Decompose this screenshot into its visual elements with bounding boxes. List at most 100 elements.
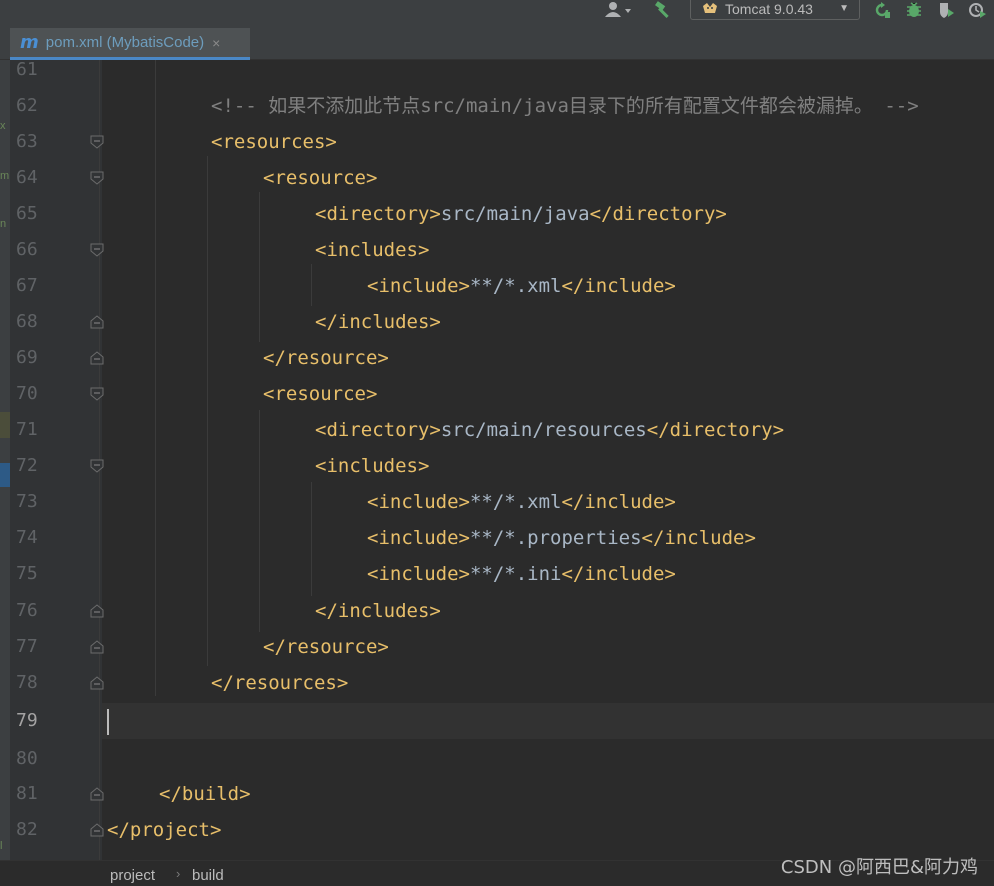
code-line-current: 79 — [10, 703, 994, 739]
breadcrumb-item-build[interactable]: build — [192, 867, 224, 884]
user-icon[interactable] — [600, 0, 636, 20]
fold-end-marker-icon[interactable] — [90, 640, 104, 654]
xml-open-tag: <include> — [367, 275, 470, 297]
breadcrumb-separator-icon: › — [176, 866, 181, 881]
xml-close-tag: </include> — [561, 491, 676, 513]
fold-end-marker-icon[interactable] — [90, 823, 104, 837]
fold-marker-icon[interactable] — [90, 135, 104, 149]
xml-text: **/*.xml — [469, 491, 562, 513]
line-number: 70 — [16, 383, 38, 404]
line-number: 61 — [16, 60, 38, 80]
xml-open-tag: <directory> — [315, 419, 441, 441]
tab-pom-xml[interactable]: m pom.xml (MybatisCode) × — [10, 28, 250, 60]
code-line: 63 <resources> — [10, 124, 994, 160]
xml-close-tag: </include> — [561, 275, 676, 297]
line-number: 81 — [16, 783, 38, 804]
line-number: 71 — [16, 419, 38, 440]
line-number: 66 — [16, 239, 38, 260]
line-number: 64 — [16, 167, 38, 188]
line-number: 78 — [16, 672, 38, 693]
side-selection — [0, 412, 10, 438]
code-line: 65 <directory>src/main/java</directory> — [10, 196, 994, 232]
profile-icon[interactable] — [966, 0, 990, 20]
xml-text: **/*.properties — [469, 527, 642, 549]
code-line: 67 <include>**/*.xml</include> — [10, 268, 994, 304]
line-number: 74 — [16, 527, 38, 548]
xml-tag: <resource> — [263, 383, 378, 405]
code-line: 71 <directory>src/main/resources</direct… — [10, 412, 994, 448]
fold-end-marker-icon[interactable] — [90, 787, 104, 801]
line-number: 72 — [16, 455, 38, 476]
xml-tag: <includes> — [315, 239, 430, 261]
code-line: 77 </resource> — [10, 629, 994, 665]
line-number: 76 — [16, 600, 38, 621]
code-line: 78 </resources> — [10, 665, 994, 701]
line-number: 69 — [16, 347, 38, 368]
xml-tag: </build> — [159, 783, 251, 805]
xml-tag: </resource> — [263, 347, 389, 369]
code-line: 72 <includes> — [10, 448, 994, 484]
fold-end-marker-icon[interactable] — [90, 676, 104, 690]
xml-text: src/main/resources — [440, 419, 647, 441]
xml-tag: <includes> — [315, 455, 430, 477]
xml-close-tag: </directory> — [646, 419, 785, 441]
code-line: 70 <resource> — [10, 376, 994, 412]
line-number: 75 — [16, 563, 38, 584]
code-line: 74 <include>**/*.properties</include> — [10, 520, 994, 556]
fold-marker-icon[interactable] — [90, 171, 104, 185]
xml-close-tag: </include> — [641, 527, 756, 549]
fold-end-marker-icon[interactable] — [90, 351, 104, 365]
code-line: 62 <!-- 如果不添加此节点src/main/java目录下的所有配置文件都… — [10, 88, 994, 124]
xml-open-tag: <include> — [367, 491, 470, 513]
line-number: 82 — [16, 819, 38, 840]
line-number: 73 — [16, 491, 38, 512]
code-editor[interactable]: 61 62 <!-- 如果不添加此节点src/main/java目录下的所有配置… — [10, 60, 994, 860]
code-line: 61 — [10, 60, 994, 88]
editor-tab-bar: m pom.xml (MybatisCode) × — [0, 24, 994, 60]
tomcat-icon — [703, 2, 717, 13]
line-number: 67 — [16, 275, 38, 296]
xml-tag: </resources> — [211, 672, 349, 694]
code-line: 68 </includes> — [10, 304, 994, 340]
fold-marker-icon[interactable] — [90, 387, 104, 401]
fold-marker-icon[interactable] — [90, 243, 104, 257]
xml-text: **/*.ini — [469, 563, 562, 585]
main-toolbar: Tomcat 9.0.43 ▼ — [0, 0, 994, 24]
breadcrumb-item-project[interactable]: project — [110, 867, 155, 884]
line-number: 77 — [16, 636, 38, 657]
line-number: 63 — [16, 131, 38, 152]
hammer-icon[interactable] — [652, 0, 676, 20]
coverage-icon[interactable] — [936, 0, 958, 20]
xml-tag: </includes> — [315, 600, 441, 622]
text-caret — [107, 709, 109, 735]
code-line: 69 </resource> — [10, 340, 994, 376]
line-number: 79 — [16, 710, 38, 731]
side-marker: n — [0, 218, 7, 230]
xml-comment: <!-- 如果不添加此节点src/main/java目录下的所有配置文件都会被漏… — [211, 95, 919, 117]
fold-end-marker-icon[interactable] — [90, 604, 104, 618]
fold-marker-icon[interactable] — [90, 459, 104, 473]
code-line: 80 — [10, 741, 994, 777]
close-icon[interactable]: × — [212, 35, 220, 51]
xml-open-tag: <include> — [367, 563, 470, 585]
watermark: CSDN @阿西巴&阿力鸡 — [780, 857, 978, 878]
line-number: 80 — [16, 748, 38, 769]
rerun-icon[interactable] — [872, 0, 892, 20]
xml-close-tag: </include> — [561, 563, 676, 585]
xml-tag: </project> — [107, 819, 222, 841]
side-marker: m — [0, 170, 10, 182]
xml-tag: </resource> — [263, 636, 389, 658]
xml-tag: </includes> — [315, 311, 441, 333]
code-line: 75 <include>**/*.ini</include> — [10, 556, 994, 592]
line-number: 62 — [16, 95, 38, 116]
debug-icon[interactable] — [904, 0, 924, 20]
line-number: 65 — [16, 203, 38, 224]
side-marker: x — [0, 120, 6, 132]
xml-tag: <resource> — [263, 167, 378, 189]
xml-text: src/main/java — [440, 203, 590, 225]
xml-close-tag: </directory> — [589, 203, 727, 225]
run-configuration-dropdown[interactable]: Tomcat 9.0.43 ▼ — [690, 0, 860, 20]
project-tool-window-edge[interactable]: x m n l — [0, 60, 10, 860]
code-line: 66 <includes> — [10, 232, 994, 268]
fold-end-marker-icon[interactable] — [90, 315, 104, 329]
